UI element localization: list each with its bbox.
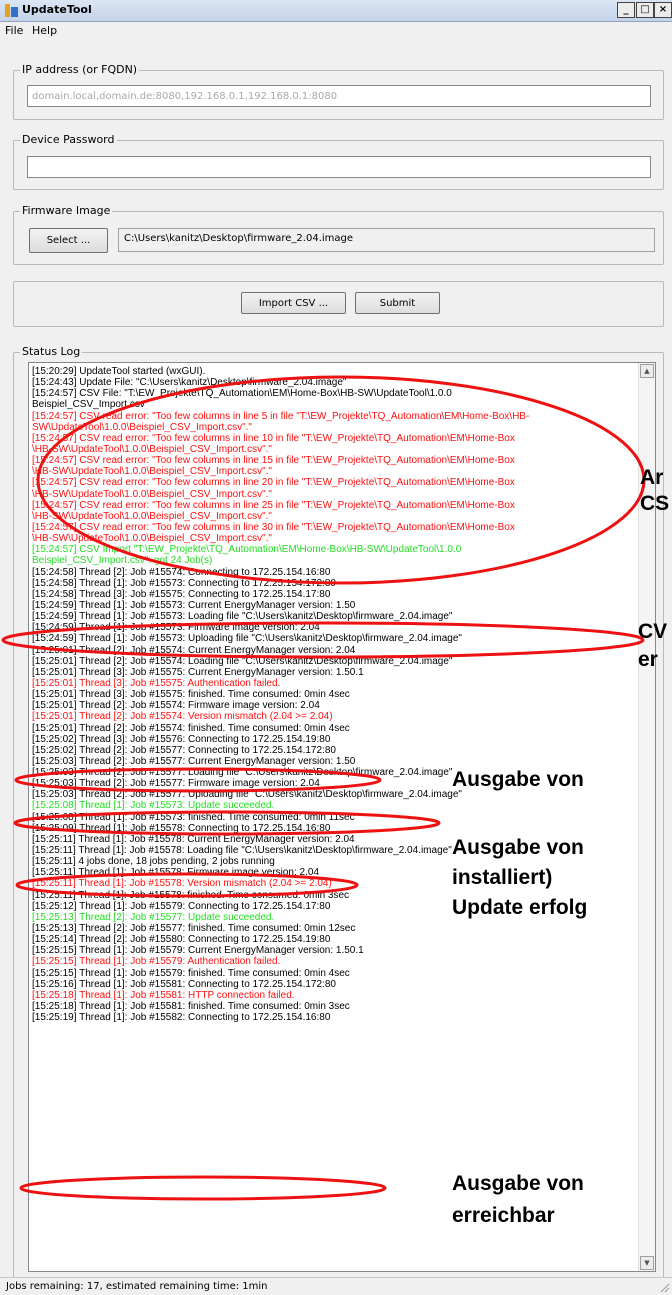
log-line: [15:25:15] Thread [1]: Job #15579: Curre… <box>32 945 364 957</box>
firmware-image-label: Firmware Image <box>20 204 113 217</box>
annotation-text: er <box>638 648 658 671</box>
log-line: [15:24:59] Thread [1]: Job #15573: Firmw… <box>32 622 320 634</box>
annotation-text: erreichbar <box>452 1204 555 1227</box>
annotation-text: CV <box>638 620 668 643</box>
annotation-text: Ar <box>640 466 664 489</box>
window-title: UpdateTool <box>22 3 92 16</box>
actions-group: Import CSV ... Submit <box>13 281 664 327</box>
menu-bar: File Help <box>0 22 672 40</box>
log-line: \HB-SW\UpdateTool\1.0.0\Beispiel_CSV_Imp… <box>32 510 272 522</box>
firmware-path-field: C:\Users\kanitz\Desktop\firmware_2.04.im… <box>118 228 655 252</box>
menu-file[interactable]: File <box>5 24 23 37</box>
log-line: [15:25:01] Thread [2]: Job #15574: finis… <box>32 722 350 734</box>
resize-grip-icon[interactable] <box>658 1281 670 1293</box>
log-line: \HB-SW\UpdateTool\1.0.0\Beispiel_CSV_Imp… <box>32 533 272 545</box>
log-line: [15:24:57] CSV read error: "Too few colu… <box>32 499 515 511</box>
status-log[interactable]: [15:20:29] UpdateTool started (wxGUI). [1… <box>28 362 656 1272</box>
log-line: [15:24:58] Thread [3]: Job #15575: Conne… <box>32 588 331 600</box>
log-line: [15:25:18] Thread [1]: Job #15581: HTTP … <box>32 989 295 1001</box>
log-line: [15:20:29] UpdateTool started (wxGUI). <box>32 366 206 377</box>
status-text: Jobs remaining: 17, estimated remaining … <box>6 1281 268 1292</box>
log-line: [15:25:18] Thread [1]: Job #15581: finis… <box>32 1001 350 1013</box>
ip-address-group: IP address (or FQDN) <box>13 63 664 120</box>
log-line: SW\UpdateTool\1.0.0\Beispiel_CSV_Import.… <box>32 421 252 433</box>
log-line: \HB-SW\UpdateTool\1.0.0\Beispiel_CSV_Imp… <box>32 488 272 500</box>
status-bar: Jobs remaining: 17, estimated remaining … <box>0 1277 672 1295</box>
annotation-text: Ausgabe von <box>452 836 584 859</box>
log-line: \HB-SW\UpdateTool\1.0.0\Beispiel_CSV_Imp… <box>32 443 272 455</box>
annotation-text: Ausgabe von <box>452 1172 584 1195</box>
log-line: [15:24:58] Thread [1]: Job #15573: Conne… <box>32 577 336 589</box>
log-line: [15:24:58] Thread [2]: Job #15574: Conne… <box>32 566 331 578</box>
annotation-text: installiert) <box>452 866 553 889</box>
annotation-text: Ausgabe von <box>452 768 584 791</box>
log-line: [15:25:01] Thread [2]: Job #15574: Curre… <box>32 644 356 656</box>
log-line: \HB-SW\UpdateTool\1.0.0\Beispiel_CSV_Imp… <box>32 466 272 478</box>
ip-address-input[interactable] <box>27 85 651 107</box>
log-line: [15:25:09] Thread [1]: Job #15578: Conne… <box>32 822 331 834</box>
log-line: [15:24:43] Update File: "C:\Users\kanitz… <box>32 377 347 389</box>
firmware-image-group: Firmware Image Select ... C:\Users\kanit… <box>13 204 664 265</box>
log-line: [15:25:02] Thread [2]: Job #15577: Conne… <box>32 744 336 756</box>
submit-button[interactable]: Submit <box>355 292 440 314</box>
log-line: [15:25:01] Thread [2]: Job #15574: Firmw… <box>32 700 320 712</box>
device-password-input[interactable] <box>27 156 651 178</box>
annotation-text: Update erfolg <box>452 896 588 919</box>
maximize-button[interactable]: □ <box>636 2 654 18</box>
scroll-down-icon[interactable]: ▼ <box>640 1256 654 1270</box>
device-password-group: Device Password <box>13 133 664 190</box>
log-line: [15:25:01] Thread [3]: Job #15575: finis… <box>32 689 350 701</box>
close-button[interactable]: × <box>654 2 672 18</box>
minimize-button[interactable]: _ <box>617 2 635 18</box>
log-line: [15:24:59] Thread [1]: Job #15573: Curre… <box>32 599 356 611</box>
log-line: [15:24:57] CSV read error: "Too few colu… <box>32 455 515 467</box>
menu-help[interactable]: Help <box>32 24 57 37</box>
select-firmware-button[interactable]: Select ... <box>29 228 108 253</box>
log-line: [15:25:08] Thread [1]: Job #15573: Updat… <box>32 800 275 812</box>
log-line: Beispiel_CSV_Import.csv" <box>32 399 149 411</box>
log-line: [15:25:01] Thread [3]: Job #15575: Authe… <box>32 677 281 689</box>
log-line: [15:24:57] CSV File: "T:\EW_Projekte\TQ_… <box>32 388 452 400</box>
scroll-up-icon[interactable]: ▲ <box>640 364 654 378</box>
log-line: [15:25:01] Thread [2]: Job #15574: Versi… <box>32 711 333 723</box>
log-line: [15:24:59] Thread [1]: Job #15573: Loadi… <box>32 611 453 623</box>
log-line: [15:25:16] Thread [1]: Job #15581: Conne… <box>32 978 336 990</box>
title-bar[interactable]: UpdateTool _ □ × <box>0 0 672 22</box>
annotation-text: CS <box>640 492 670 515</box>
log-line: [15:24:57] CSV read error: "Too few colu… <box>32 432 515 444</box>
app-icon <box>5 4 18 17</box>
log-line: [15:24:59] Thread [1]: Job #15573: Uploa… <box>32 633 462 645</box>
log-lines: [15:20:29] UpdateTool started (wxGUI). [1… <box>32 366 636 1023</box>
ip-address-label: IP address (or FQDN) <box>20 63 140 76</box>
log-line: [15:24:57] CSV read error: "Too few colu… <box>32 521 515 533</box>
log-line: [15:24:57] CSV Import "T:\EW_Projekte\TQ… <box>32 544 462 556</box>
log-line: [15:25:01] Thread [3]: Job #15575: Curre… <box>32 666 364 678</box>
log-line: [15:25:14] Thread [2]: Job #15580: Conne… <box>32 934 331 946</box>
log-line: Beispiel_CSV_Import.csv": got 24 Job(s) <box>32 555 213 567</box>
log-line: [15:25:19] Thread [1]: Job #15582: Conne… <box>32 1012 331 1024</box>
log-line: [15:25:02] Thread [3]: Job #15576: Conne… <box>32 733 331 745</box>
log-line: [15:24:57] CSV read error: "Too few colu… <box>32 477 515 489</box>
log-line: [15:25:01] Thread [2]: Job #15574: Loadi… <box>32 655 453 667</box>
log-line: [15:25:13] Thread [2]: Job #15577: finis… <box>32 923 356 935</box>
status-log-label: Status Log <box>20 345 83 358</box>
import-csv-button[interactable]: Import CSV ... <box>241 292 346 314</box>
device-password-label: Device Password <box>20 133 117 146</box>
log-line: [15:24:57] CSV read error: "Too few colu… <box>32 410 530 422</box>
log-line: [15:25:03] Thread [2]: Job #15577: Curre… <box>32 755 356 767</box>
log-line: [15:25:15] Thread [1]: Job #15579: Authe… <box>32 956 281 968</box>
log-line: [15:25:08] Thread [1]: Job #15573: finis… <box>32 811 355 823</box>
log-line: [15:25:15] Thread [1]: Job #15579: finis… <box>32 967 350 979</box>
